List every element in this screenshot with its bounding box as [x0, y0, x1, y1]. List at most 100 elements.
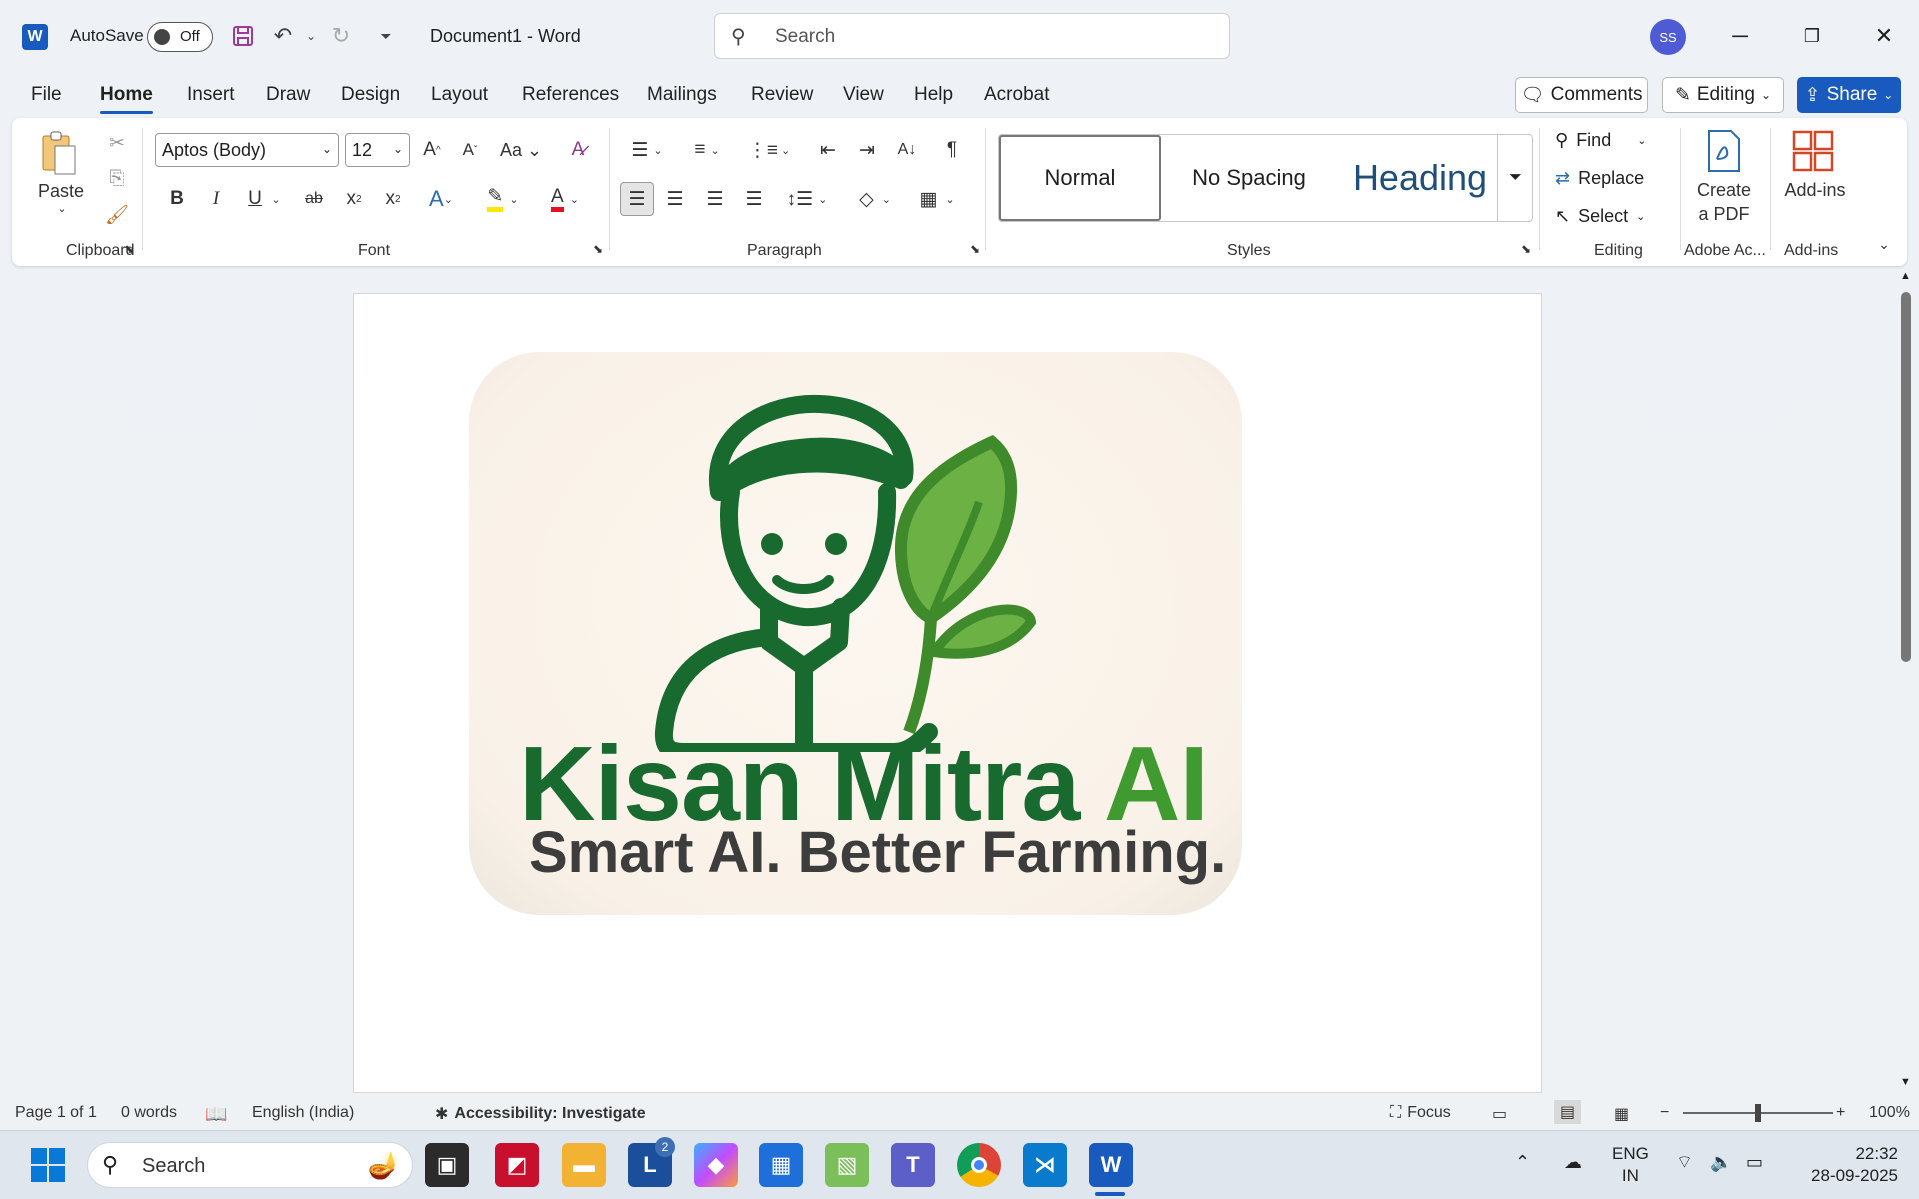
- tab-layout[interactable]: Layout: [431, 84, 488, 106]
- save-icon[interactable]: [228, 21, 258, 51]
- share-button[interactable]: ⇪ Share ⌄: [1797, 77, 1901, 113]
- bold-icon[interactable]: B: [162, 182, 192, 216]
- avatar[interactable]: SS: [1650, 19, 1686, 55]
- tab-home[interactable]: Home: [100, 84, 153, 114]
- accessibility-button[interactable]: ✱ Accessibility: Investigate: [435, 1104, 646, 1124]
- tab-mailings[interactable]: Mailings: [647, 84, 717, 106]
- font-color-icon[interactable]: A ⌄: [540, 182, 590, 216]
- font-name-dropdown[interactable]: Aptos (Body) ⌄: [155, 133, 339, 167]
- document-page[interactable]: Kisan Mitra AI Smart AI. Better Farming.: [353, 293, 1542, 1093]
- align-left-icon[interactable]: ☰: [620, 182, 654, 216]
- tab-insert[interactable]: Insert: [187, 84, 235, 106]
- tab-design[interactable]: Design: [341, 84, 400, 106]
- create-pdf-label-2[interactable]: a PDF: [1686, 204, 1762, 225]
- taskbar-search[interactable]: ⚲ Search 🪔: [87, 1142, 413, 1188]
- justify-icon[interactable]: ☰: [739, 182, 769, 216]
- language[interactable]: English (India): [252, 1104, 354, 1122]
- text-effects-icon[interactable]: A ⌄: [418, 182, 464, 216]
- select-button[interactable]: ↖ Select ⌄: [1555, 206, 1645, 227]
- autosave-toggle[interactable]: Off: [147, 22, 213, 52]
- scroll-down-icon[interactable]: ▼: [1900, 1076, 1911, 1088]
- print-layout-icon[interactable]: ▤: [1554, 1100, 1582, 1124]
- scrollbar-thumb[interactable]: [1901, 292, 1911, 662]
- onedrive-icon[interactable]: ☁: [1564, 1151, 1582, 1173]
- addins-button-label[interactable]: Add-ins: [1780, 180, 1850, 201]
- tab-file[interactable]: File: [31, 84, 62, 106]
- bullets-icon[interactable]: ☰ ⌄: [624, 133, 670, 167]
- chrome-icon[interactable]: [957, 1143, 1001, 1187]
- photos-app-icon[interactable]: ▧: [825, 1143, 869, 1187]
- clock[interactable]: 22:32 28-09-2025: [1793, 1143, 1898, 1187]
- undo-dropdown-icon[interactable]: ⌄: [296, 21, 326, 51]
- increase-indent-icon[interactable]: ⇥: [852, 133, 882, 167]
- windows-start-icon[interactable]: [26, 1143, 70, 1187]
- style-no-spacing[interactable]: No Spacing: [1169, 135, 1329, 221]
- paste-dropdown-icon[interactable]: ⌄: [56, 202, 68, 215]
- word-taskbar-icon[interactable]: W: [1089, 1143, 1133, 1187]
- word-count[interactable]: 0 words: [121, 1104, 177, 1122]
- copy-icon[interactable]: ⎘: [102, 164, 132, 194]
- shading-icon[interactable]: ◇ ⌄: [850, 182, 900, 216]
- close-icon[interactable]: ✕: [1864, 18, 1904, 54]
- collapse-ribbon-icon[interactable]: ⌄: [1872, 232, 1896, 256]
- italic-icon[interactable]: I: [201, 182, 231, 216]
- amd-app-icon[interactable]: ◩: [495, 1143, 539, 1187]
- tab-review[interactable]: Review: [751, 84, 813, 106]
- customize-qat-icon[interactable]: ⏷: [371, 21, 401, 51]
- restore-icon[interactable]: ❐: [1792, 18, 1832, 54]
- tab-help[interactable]: Help: [914, 84, 953, 106]
- battery-icon[interactable]: ▭: [1746, 1151, 1763, 1173]
- zoom-in-icon[interactable]: +: [1836, 1104, 1845, 1122]
- dialog-launcher-icon[interactable]: ⬊: [593, 242, 603, 256]
- align-right-icon[interactable]: ☰: [700, 182, 730, 216]
- search-input[interactable]: ⚲ Search: [714, 13, 1230, 59]
- create-pdf-icon[interactable]: [1702, 128, 1746, 174]
- read-mode-icon[interactable]: ▭: [1492, 1104, 1507, 1124]
- file-explorer-icon[interactable]: ▬: [562, 1143, 606, 1187]
- show-hidden-icons-icon[interactable]: ⌃: [1515, 1151, 1530, 1173]
- volume-icon[interactable]: 🔈: [1710, 1151, 1732, 1173]
- clear-formatting-icon[interactable]: A̷: [563, 133, 593, 167]
- dialog-launcher-icon[interactable]: ⬊: [124, 242, 134, 256]
- dialog-launcher-icon[interactable]: ⬊: [1521, 242, 1531, 256]
- redo-icon[interactable]: ↻: [326, 21, 356, 51]
- tab-draw[interactable]: Draw: [266, 84, 310, 106]
- copilot-icon[interactable]: ◆: [694, 1143, 738, 1187]
- format-painter-icon[interactable]: 🖌: [102, 200, 132, 230]
- grow-font-icon[interactable]: A ^: [417, 133, 447, 167]
- style-normal[interactable]: Normal: [999, 135, 1161, 221]
- focus-button[interactable]: ⛶ Focus: [1390, 1104, 1451, 1122]
- addins-icon[interactable]: [1790, 128, 1836, 174]
- multilevel-list-icon[interactable]: ⋮≡ ⌄: [746, 133, 792, 167]
- highlight-color-icon[interactable]: ✎ ⌄: [478, 182, 528, 216]
- cut-icon[interactable]: ✂: [102, 128, 132, 158]
- paste-label[interactable]: Paste: [36, 180, 86, 202]
- minimize-icon[interactable]: ─: [1720, 18, 1760, 54]
- editing-mode-button[interactable]: ✎ Editing ⌄: [1662, 77, 1784, 113]
- teams-icon[interactable]: T: [891, 1143, 935, 1187]
- microsoft-store-icon[interactable]: ▦: [759, 1143, 803, 1187]
- show-formatting-icon[interactable]: ¶: [937, 133, 967, 167]
- numbering-icon[interactable]: ≡ ⌄: [684, 133, 730, 167]
- font-size-dropdown[interactable]: 12 ⌄: [345, 133, 410, 167]
- vscode-icon[interactable]: ⋊: [1023, 1143, 1067, 1187]
- tab-acrobat[interactable]: Acrobat: [984, 84, 1049, 106]
- style-heading[interactable]: Heading: [1335, 135, 1505, 221]
- page-count[interactable]: Page 1 of 1: [15, 1104, 97, 1122]
- sort-icon[interactable]: A↓: [892, 133, 922, 167]
- underline-icon[interactable]: U: [240, 182, 270, 216]
- superscript-icon[interactable]: x2: [378, 182, 408, 216]
- paste-icon[interactable]: [38, 128, 80, 180]
- strikethrough-icon[interactable]: ab: [297, 182, 331, 216]
- vertical-scrollbar[interactable]: ▲ ▼: [1898, 270, 1914, 1090]
- borders-icon[interactable]: ▦ ⌄: [912, 182, 962, 216]
- subscript-icon[interactable]: x2: [339, 182, 369, 216]
- comments-button[interactable]: 🗨 Comments: [1515, 77, 1648, 113]
- dialog-launcher-icon[interactable]: ⬊: [970, 242, 980, 256]
- wifi-icon[interactable]: ⌔: [1676, 1151, 1693, 1173]
- task-view-icon[interactable]: ▣: [425, 1143, 469, 1187]
- styles-more-icon[interactable]: ⏷: [1497, 134, 1533, 222]
- undo-icon[interactable]: ↶: [268, 21, 298, 51]
- line-spacing-icon[interactable]: ↕☰ ⌄: [782, 182, 832, 216]
- input-language[interactable]: ENG IN: [1612, 1143, 1649, 1187]
